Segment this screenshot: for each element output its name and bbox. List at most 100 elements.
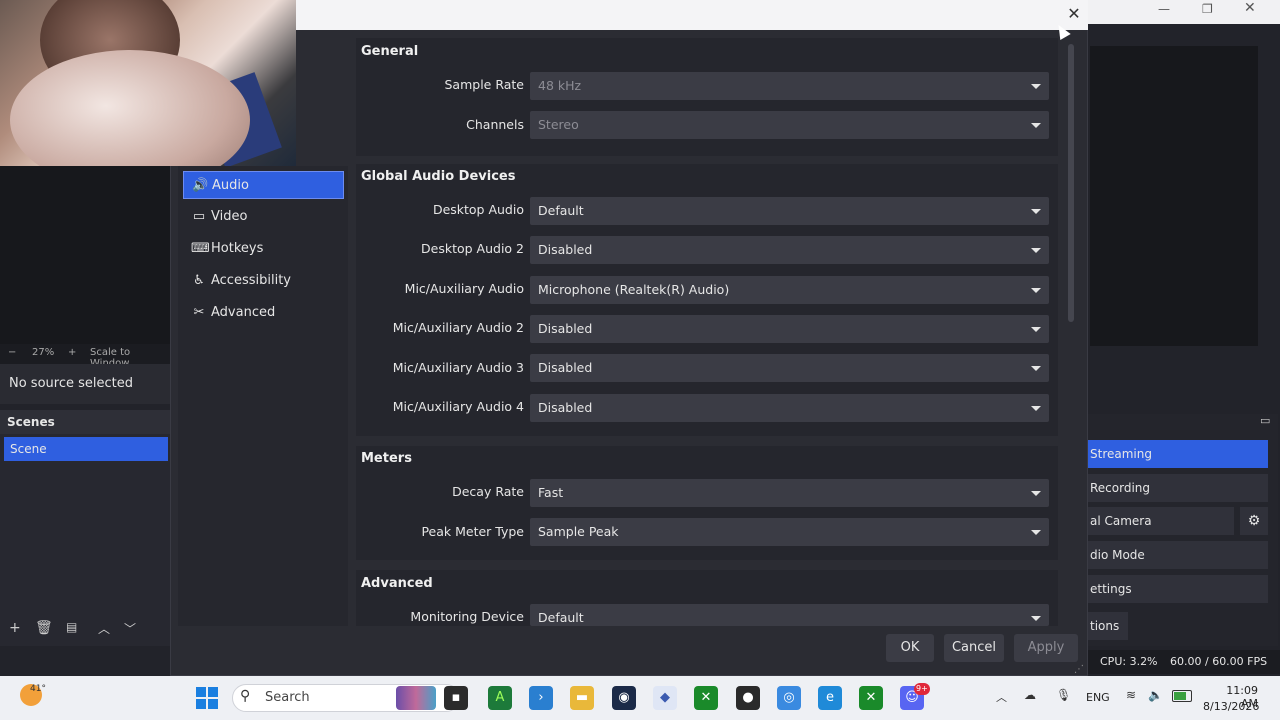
meters-title: Meters xyxy=(361,451,412,466)
maximize-icon[interactable]: ❐ xyxy=(1202,2,1213,16)
cancel-button[interactable]: Cancel xyxy=(944,634,1004,662)
chevron-down-icon xyxy=(1031,616,1041,621)
chevron-down-icon xyxy=(1031,123,1041,128)
general-title: General xyxy=(361,44,419,59)
preview-scale-bar: − 27% + Scale to Window xyxy=(0,344,170,369)
microphone-icon[interactable]: 🎙 xyxy=(1056,688,1071,702)
steam-icon[interactable]: ◉ xyxy=(612,686,636,710)
main-preview xyxy=(1090,46,1258,346)
nvidia-icon[interactable]: A xyxy=(488,686,512,710)
ok-button[interactable]: OK xyxy=(886,634,934,662)
tools-icon: ✂ xyxy=(193,305,205,320)
monitor-icon: ▭ xyxy=(192,209,206,224)
channels-select[interactable]: Stereo xyxy=(530,111,1049,139)
virtual-camera-button[interactable]: al Camera xyxy=(1088,507,1234,535)
apply-button[interactable]: Apply xyxy=(1014,634,1078,662)
mic-audio-3-value: Disabled xyxy=(538,360,593,375)
mic-audio-4-label: Mic/Auxiliary Audio 4 xyxy=(392,399,524,414)
resize-grip-icon[interactable]: ⋰ xyxy=(1074,664,1084,675)
windows-start-icon[interactable] xyxy=(196,687,218,709)
sample-rate-select[interactable]: 48 kHz xyxy=(530,72,1049,100)
accessibility-icon: ♿ xyxy=(193,273,205,288)
peak-meter-value: Sample Peak xyxy=(538,524,619,539)
file-explorer-icon[interactable]: ▬ xyxy=(570,686,594,710)
monitoring-device-label: Monitoring Device xyxy=(410,609,524,624)
wifi-icon[interactable]: ≋ xyxy=(1126,688,1136,702)
mic-audio-select[interactable]: Microphone (Realtek(R) Audio) xyxy=(530,276,1049,304)
clock-date[interactable]: 8/13/2026 xyxy=(1203,700,1259,713)
start-recording-button[interactable]: Recording xyxy=(1088,474,1268,502)
peak-meter-select[interactable]: Sample Peak xyxy=(530,518,1049,546)
settings-button[interactable]: ettings xyxy=(1088,575,1268,603)
battery-icon[interactable] xyxy=(1172,690,1192,702)
nav-hotkeys-label: Hotkeys xyxy=(211,241,264,256)
add-scene-icon[interactable]: + xyxy=(9,620,21,636)
nav-accessibility-label: Accessibility xyxy=(211,273,291,288)
desktop-audio-2-select[interactable]: Disabled xyxy=(530,236,1049,264)
scene-list-item[interactable]: Scene xyxy=(4,437,168,461)
global-audio-title: Global Audio Devices xyxy=(361,169,516,184)
no-source-bar: No source selected xyxy=(0,364,170,404)
sample-rate-label: Sample Rate xyxy=(444,77,524,92)
search-highlight-icon[interactable] xyxy=(396,686,436,710)
powershell-icon[interactable]: › xyxy=(529,686,553,710)
gear-icon[interactable]: ⚙ xyxy=(1240,507,1268,535)
peak-meter-label: Peak Meter Type xyxy=(421,524,524,539)
trash-icon[interactable]: 🗑 xyxy=(35,620,53,636)
nav-audio[interactable]: 🔊 Audio xyxy=(183,171,344,199)
tray-chevron-up-icon[interactable]: ︿ xyxy=(996,689,1007,705)
chevron-up-icon[interactable]: ︿ xyxy=(98,620,110,637)
settings-scrollbar[interactable] xyxy=(1068,44,1074,322)
desktop-audio-2-label: Desktop Audio 2 xyxy=(421,241,524,256)
volume-icon[interactable]: 🔈 xyxy=(1148,688,1163,702)
settings-titlebar xyxy=(296,0,1088,30)
options-button[interactable]: tions xyxy=(1088,612,1128,640)
chevron-down-icon xyxy=(1031,84,1041,89)
mic-audio-value: Microphone (Realtek(R) Audio) xyxy=(538,282,730,297)
decay-rate-select[interactable]: Fast xyxy=(530,479,1049,507)
chevron-down-icon[interactable]: ﹀ xyxy=(124,620,136,637)
mic-audio-2-value: Disabled xyxy=(538,321,593,336)
advanced-title: Advanced xyxy=(361,576,433,591)
fps-readout: 60.00 / 60.00 FPS xyxy=(1170,655,1268,668)
desktop-audio-select[interactable]: Default xyxy=(530,197,1049,225)
webcam-hand xyxy=(10,50,250,166)
zoom-in-icon[interactable]: + xyxy=(68,347,76,358)
nav-advanced[interactable]: ✂ Advanced xyxy=(183,299,344,327)
xbox-app-icon[interactable]: ✕ xyxy=(859,686,883,710)
start-streaming-button[interactable]: Streaming xyxy=(1088,440,1268,468)
language-indicator[interactable]: ENG xyxy=(1086,691,1110,704)
nav-video-label: Video xyxy=(211,209,248,224)
decay-rate-label: Decay Rate xyxy=(452,484,524,499)
shield-icon[interactable]: ◆ xyxy=(653,686,677,710)
mic-audio-2-select[interactable]: Disabled xyxy=(530,315,1049,343)
minimize-icon[interactable]: — xyxy=(1158,2,1170,16)
discord-badge: 9+ xyxy=(914,683,930,695)
terminal-icon[interactable]: ▪ xyxy=(444,686,468,710)
weather-temp: 41° xyxy=(30,684,46,694)
chevron-down-icon xyxy=(1031,406,1041,411)
mic-audio-3-select[interactable]: Disabled xyxy=(530,354,1049,382)
mic-audio-4-select[interactable]: Disabled xyxy=(530,394,1049,422)
studio-mode-button[interactable]: dio Mode xyxy=(1088,541,1268,569)
speaker-icon: 🔊 xyxy=(192,178,209,193)
nav-accessibility[interactable]: ♿ Accessibility xyxy=(183,267,344,295)
obs-icon[interactable]: ● xyxy=(736,686,760,710)
filter-icon[interactable]: ▤ xyxy=(66,620,77,634)
zoom-out-icon[interactable]: − xyxy=(8,347,16,358)
mic-audio-2-label: Mic/Auxiliary Audio 2 xyxy=(392,320,524,335)
edge-icon[interactable]: e xyxy=(818,686,842,710)
preview-area[interactable] xyxy=(0,166,170,344)
nav-video[interactable]: ▭ Video xyxy=(183,203,344,231)
xbox-icon[interactable]: ✕ xyxy=(694,686,718,710)
nav-advanced-label: Advanced xyxy=(211,305,276,320)
snipping-tool-icon[interactable]: ◎ xyxy=(777,686,801,710)
status-bar: CPU: 3.2% 60.00 / 60.00 FPS xyxy=(1088,650,1280,674)
channels-label: Channels xyxy=(466,117,524,132)
onedrive-icon[interactable]: ☁ xyxy=(1024,688,1036,702)
dock-float-icon[interactable]: ▭ xyxy=(1260,414,1270,427)
nav-hotkeys[interactable]: ⌨ Hotkeys xyxy=(183,235,344,263)
dialog-close-icon[interactable]: ✕ xyxy=(1064,4,1084,24)
close-icon[interactable]: ✕ xyxy=(1244,0,1256,16)
monitoring-device-select[interactable]: Default xyxy=(530,604,1049,626)
